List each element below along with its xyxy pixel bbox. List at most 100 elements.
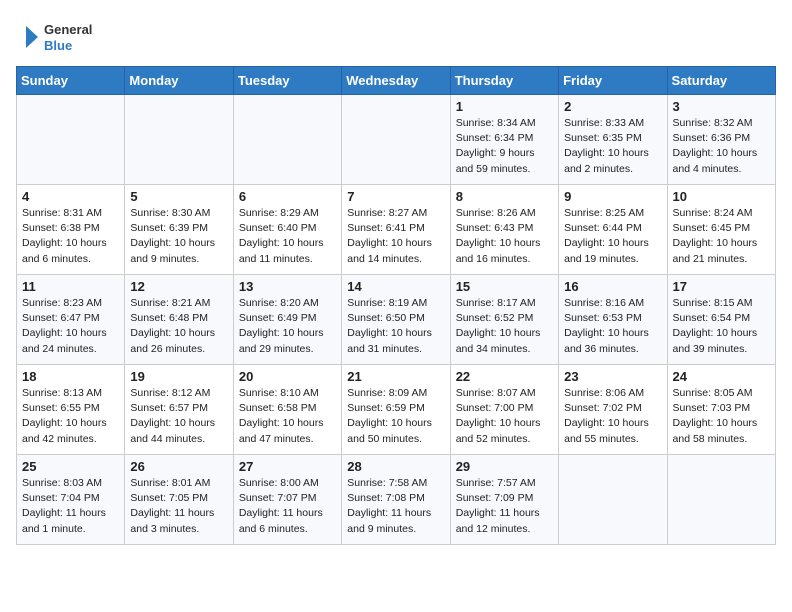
svg-text:General: General [44, 22, 92, 37]
calendar-cell: 24 Sunrise: 8:05 AMSunset: 7:03 PMDayligh… [667, 365, 775, 455]
day-number: 10 [673, 189, 770, 204]
week-row-5: 25 Sunrise: 8:03 AMSunset: 7:04 PMDayligh… [17, 455, 776, 545]
weekday-header-friday: Friday [559, 67, 667, 95]
day-number: 15 [456, 279, 553, 294]
day-info: Sunrise: 8:21 AMSunset: 6:48 PMDaylight:… [130, 296, 227, 357]
weekday-header-saturday: Saturday [667, 67, 775, 95]
day-info: Sunrise: 8:00 AMSunset: 7:07 PMDaylight:… [239, 476, 336, 537]
day-number: 1 [456, 99, 553, 114]
calendar-cell [125, 95, 233, 185]
calendar-cell [17, 95, 125, 185]
day-info: Sunrise: 8:12 AMSunset: 6:57 PMDaylight:… [130, 386, 227, 447]
day-number: 23 [564, 369, 661, 384]
day-number: 4 [22, 189, 119, 204]
day-number: 7 [347, 189, 444, 204]
logo-svg: General Blue [16, 16, 106, 58]
calendar-cell: 11 Sunrise: 8:23 AMSunset: 6:47 PMDayligh… [17, 275, 125, 365]
day-number: 24 [673, 369, 770, 384]
calendar-cell: 21 Sunrise: 8:09 AMSunset: 6:59 PMDayligh… [342, 365, 450, 455]
day-info: Sunrise: 8:03 AMSunset: 7:04 PMDaylight:… [22, 476, 119, 537]
calendar-cell: 19 Sunrise: 8:12 AMSunset: 6:57 PMDayligh… [125, 365, 233, 455]
day-info: Sunrise: 7:58 AMSunset: 7:08 PMDaylight:… [347, 476, 444, 537]
calendar-cell: 20Sunrise: 8:10 AMSunset: 6:58 PMDayligh… [233, 365, 341, 455]
day-info: Sunrise: 8:01 AMSunset: 7:05 PMDaylight:… [130, 476, 227, 537]
day-number: 6 [239, 189, 336, 204]
calendar-cell: 3 Sunrise: 8:32 AMSunset: 6:36 PMDaylight… [667, 95, 775, 185]
calendar-cell: 16Sunrise: 8:16 AMSunset: 6:53 PMDayligh… [559, 275, 667, 365]
svg-text:Blue: Blue [44, 38, 72, 53]
weekday-header-thursday: Thursday [450, 67, 558, 95]
calendar-cell [667, 455, 775, 545]
calendar-cell [342, 95, 450, 185]
calendar-cell: 7 Sunrise: 8:27 AMSunset: 6:41 PMDaylight… [342, 185, 450, 275]
day-info: Sunrise: 8:09 AMSunset: 6:59 PMDaylight:… [347, 386, 444, 447]
calendar-cell: 28 Sunrise: 7:58 AMSunset: 7:08 PMDayligh… [342, 455, 450, 545]
day-number: 25 [22, 459, 119, 474]
calendar-cell: 23 Sunrise: 8:06 AMSunset: 7:02 PMDayligh… [559, 365, 667, 455]
day-number: 20 [239, 369, 336, 384]
header-row: SundayMondayTuesdayWednesdayThursdayFrid… [17, 67, 776, 95]
day-number: 29 [456, 459, 553, 474]
calendar-cell: 26 Sunrise: 8:01 AMSunset: 7:05 PMDayligh… [125, 455, 233, 545]
day-info: Sunrise: 8:07 AMSunset: 7:00 PMDaylight:… [456, 386, 553, 447]
day-number: 12 [130, 279, 227, 294]
calendar-cell: 9 Sunrise: 8:25 AMSunset: 6:44 PMDaylight… [559, 185, 667, 275]
day-number: 19 [130, 369, 227, 384]
calendar-cell: 15 Sunrise: 8:17 AMSunset: 6:52 PMDayligh… [450, 275, 558, 365]
calendar-cell: 22 Sunrise: 8:07 AMSunset: 7:00 PMDayligh… [450, 365, 558, 455]
day-info: Sunrise: 8:15 AMSunset: 6:54 PMDaylight:… [673, 296, 770, 357]
day-number: 3 [673, 99, 770, 114]
day-info: Sunrise: 8:19 AMSunset: 6:50 PMDaylight:… [347, 296, 444, 357]
day-number: 28 [347, 459, 444, 474]
day-info: Sunrise: 8:17 AMSunset: 6:52 PMDaylight:… [456, 296, 553, 357]
calendar-cell: 5Sunrise: 8:30 AMSunset: 6:39 PMDaylight… [125, 185, 233, 275]
week-row-4: 18 Sunrise: 8:13 AMSunset: 6:55 PMDayligh… [17, 365, 776, 455]
day-number: 8 [456, 189, 553, 204]
calendar-cell: 8 Sunrise: 8:26 AMSunset: 6:43 PMDaylight… [450, 185, 558, 275]
day-info: Sunrise: 8:31 AMSunset: 6:38 PMDaylight:… [22, 206, 119, 267]
day-info: Sunrise: 8:23 AMSunset: 6:47 PMDaylight:… [22, 296, 119, 357]
day-info: Sunrise: 8:33 AMSunset: 6:35 PMDaylight:… [564, 116, 661, 177]
day-number: 26 [130, 459, 227, 474]
calendar-cell: 25 Sunrise: 8:03 AMSunset: 7:04 PMDayligh… [17, 455, 125, 545]
calendar-table: SundayMondayTuesdayWednesdayThursdayFrid… [16, 66, 776, 545]
day-info: Sunrise: 8:26 AMSunset: 6:43 PMDaylight:… [456, 206, 553, 267]
logo: General Blue [16, 16, 106, 58]
page-header: General Blue [16, 16, 776, 58]
day-info: Sunrise: 8:16 AMSunset: 6:53 PMDaylight:… [564, 296, 661, 357]
day-number: 21 [347, 369, 444, 384]
weekday-header-monday: Monday [125, 67, 233, 95]
week-row-3: 11 Sunrise: 8:23 AMSunset: 6:47 PMDayligh… [17, 275, 776, 365]
day-info: Sunrise: 8:20 AMSunset: 6:49 PMDaylight:… [239, 296, 336, 357]
weekday-header-tuesday: Tuesday [233, 67, 341, 95]
day-number: 14 [347, 279, 444, 294]
day-info: Sunrise: 8:13 AMSunset: 6:55 PMDaylight:… [22, 386, 119, 447]
day-info: Sunrise: 7:57 AMSunset: 7:09 PMDaylight:… [456, 476, 553, 537]
week-row-1: 1 Sunrise: 8:34 AMSunset: 6:34 PMDaylight… [17, 95, 776, 185]
weekday-header-sunday: Sunday [17, 67, 125, 95]
day-info: Sunrise: 8:24 AMSunset: 6:45 PMDaylight:… [673, 206, 770, 267]
calendar-cell: 17 Sunrise: 8:15 AMSunset: 6:54 PMDayligh… [667, 275, 775, 365]
day-number: 9 [564, 189, 661, 204]
day-info: Sunrise: 8:34 AMSunset: 6:34 PMDaylight:… [456, 116, 553, 177]
week-row-2: 4 Sunrise: 8:31 AMSunset: 6:38 PMDaylight… [17, 185, 776, 275]
calendar-cell: 14 Sunrise: 8:19 AMSunset: 6:50 PMDayligh… [342, 275, 450, 365]
day-info: Sunrise: 8:27 AMSunset: 6:41 PMDaylight:… [347, 206, 444, 267]
day-number: 13 [239, 279, 336, 294]
day-info: Sunrise: 8:06 AMSunset: 7:02 PMDaylight:… [564, 386, 661, 447]
calendar-cell: 27Sunrise: 8:00 AMSunset: 7:07 PMDayligh… [233, 455, 341, 545]
day-number: 18 [22, 369, 119, 384]
calendar-cell: 1 Sunrise: 8:34 AMSunset: 6:34 PMDaylight… [450, 95, 558, 185]
day-info: Sunrise: 8:32 AMSunset: 6:36 PMDaylight:… [673, 116, 770, 177]
day-info: Sunrise: 8:29 AMSunset: 6:40 PMDaylight:… [239, 206, 336, 267]
calendar-cell: 13 Sunrise: 8:20 AMSunset: 6:49 PMDayligh… [233, 275, 341, 365]
day-number: 17 [673, 279, 770, 294]
calendar-cell: 18 Sunrise: 8:13 AMSunset: 6:55 PMDayligh… [17, 365, 125, 455]
day-info: Sunrise: 8:05 AMSunset: 7:03 PMDaylight:… [673, 386, 770, 447]
day-info: Sunrise: 8:25 AMSunset: 6:44 PMDaylight:… [564, 206, 661, 267]
day-number: 22 [456, 369, 553, 384]
day-number: 11 [22, 279, 119, 294]
calendar-cell: 10 Sunrise: 8:24 AMSunset: 6:45 PMDayligh… [667, 185, 775, 275]
day-number: 2 [564, 99, 661, 114]
calendar-cell: 2 Sunrise: 8:33 AMSunset: 6:35 PMDaylight… [559, 95, 667, 185]
